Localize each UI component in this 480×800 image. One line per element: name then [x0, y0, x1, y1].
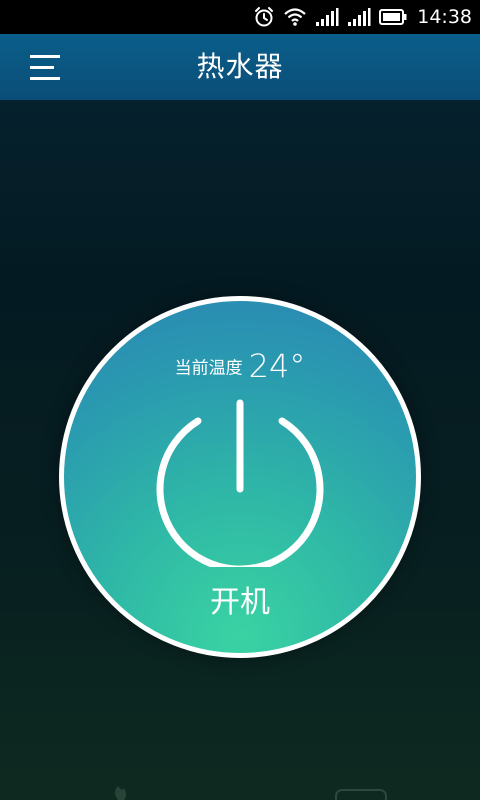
signal-icon [348, 8, 371, 26]
flame-icon [115, 786, 126, 800]
menu-button[interactable] [22, 48, 68, 88]
wifi-icon [284, 8, 306, 26]
power-icon [156, 399, 324, 567]
bottom-button-outline [335, 789, 387, 800]
signal-icon [316, 8, 339, 26]
page-title: 热水器 [196, 50, 284, 83]
current-temperature: 当前温度 24° [64, 347, 416, 385]
power-button[interactable]: 当前温度 24° 开机 [59, 296, 421, 658]
app-bar: 热水器 [0, 34, 480, 100]
power-label: 开机 [210, 585, 270, 620]
battery-icon [379, 9, 407, 25]
temperature-label: 当前温度 [174, 358, 243, 379]
menu-icon [30, 55, 60, 80]
status-bar: 14:38 [0, 0, 480, 34]
bottom-peek [115, 786, 387, 800]
status-time: 14:38 [417, 6, 472, 28]
alarm-icon [255, 7, 274, 27]
temperature-value: 24° [248, 347, 306, 385]
status-icons: 14:38 [253, 0, 472, 34]
